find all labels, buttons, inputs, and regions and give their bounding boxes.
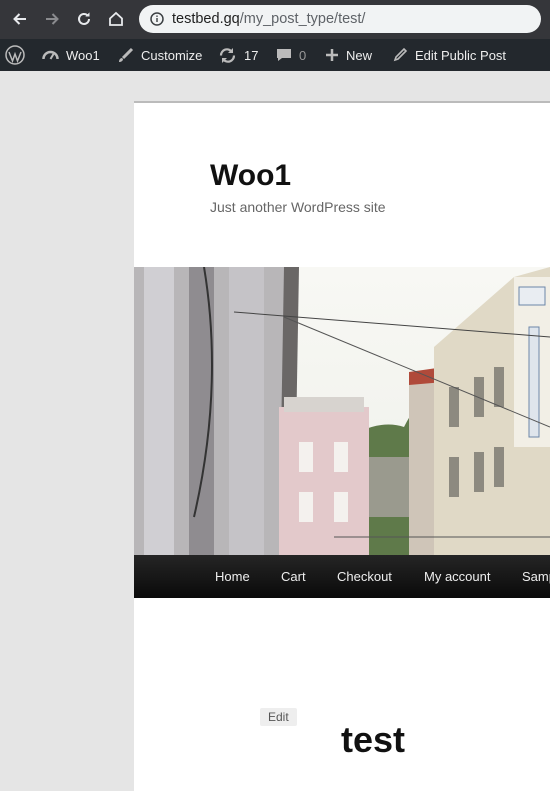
back-arrow-icon[interactable] <box>8 8 32 30</box>
reload-icon[interactable] <box>72 8 96 30</box>
new-content-menu[interactable]: New <box>325 39 372 71</box>
forward-arrow-icon[interactable] <box>40 8 64 30</box>
updates-link[interactable]: 17 <box>218 39 258 71</box>
edit-post-label: Edit Public Post <box>415 47 507 63</box>
main-navigation: Home Cart Checkout My account Samp <box>134 555 550 598</box>
plus-icon <box>325 48 339 62</box>
home-icon[interactable] <box>104 8 128 30</box>
header-image[interactable] <box>134 267 550 555</box>
pencil-icon <box>392 47 408 63</box>
nav-item-checkout[interactable]: Checkout <box>337 555 392 598</box>
browser-toolbar: testbed.gq/my_post_type/test/ <box>0 0 550 39</box>
wordpress-logo-icon[interactable] <box>5 39 25 71</box>
site-name-menu[interactable]: Woo1 <box>42 39 100 71</box>
wp-admin-bar: Woo1 Customize 17 0 New Edit Public Post <box>0 39 550 71</box>
nav-item-my-account[interactable]: My account <box>424 555 490 598</box>
page-container: Woo1 Just another WordPress site Home Ca… <box>134 101 550 791</box>
customize-label: Customize <box>141 47 203 63</box>
dashboard-icon <box>42 47 59 64</box>
nav-item-home[interactable]: Home <box>215 555 250 598</box>
url-host: testbed.gq <box>172 11 240 27</box>
comment-bubble-icon <box>276 47 292 63</box>
updates-count: 17 <box>244 47 259 63</box>
site-name-label: Woo1 <box>66 47 100 63</box>
address-bar[interactable]: testbed.gq/my_post_type/test/ <box>139 5 541 33</box>
site-title[interactable]: Woo1 <box>210 159 291 193</box>
comments-count: 0 <box>299 47 307 63</box>
paintbrush-icon <box>117 47 134 64</box>
edit-post-button[interactable]: Edit <box>260 708 297 726</box>
info-icon[interactable] <box>150 12 164 26</box>
url-path: /my_post_type/test/ <box>239 11 366 27</box>
url-text: testbed.gq/my_post_type/test/ <box>172 11 365 27</box>
edit-post-link[interactable]: Edit Public Post <box>392 39 506 71</box>
customize-link[interactable]: Customize <box>117 39 202 71</box>
comments-link[interactable]: 0 <box>276 39 306 71</box>
nav-item-cart[interactable]: Cart <box>281 555 306 598</box>
post-title: test <box>341 719 406 760</box>
new-label: New <box>346 47 373 63</box>
site-tagline: Just another WordPress site <box>210 199 386 215</box>
updates-icon <box>218 47 237 64</box>
nav-item-sample-page[interactable]: Samp <box>522 555 550 598</box>
